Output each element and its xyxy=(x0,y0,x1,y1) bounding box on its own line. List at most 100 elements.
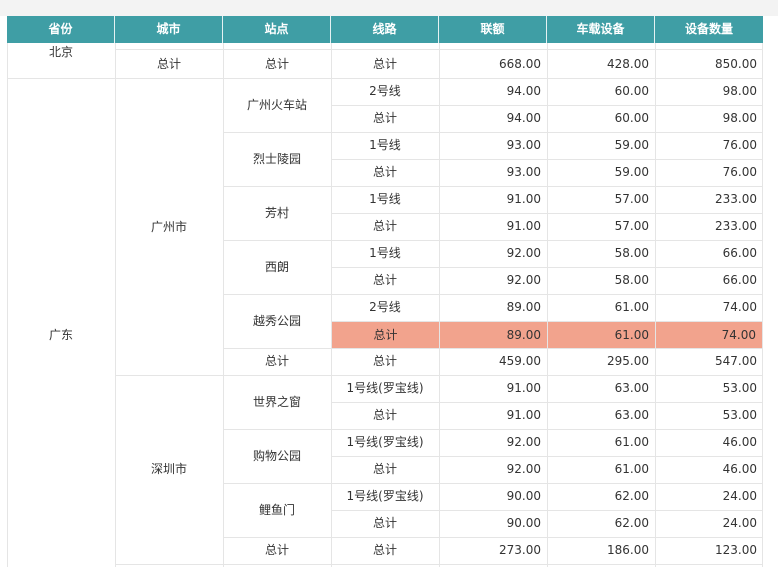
amount-total: 91.00 xyxy=(506,219,541,233)
line-total-label: 总计 xyxy=(372,354,397,368)
line-name: 2号线 xyxy=(369,84,401,98)
city-device-count-total: 123.00 xyxy=(715,543,757,557)
device-count-value: 76.00 xyxy=(722,138,757,152)
vehicle-device-value: 59.00 xyxy=(614,138,649,152)
amount-total: 94.00 xyxy=(506,111,541,125)
line-total-label: 总计 xyxy=(372,543,397,557)
vehicle-device-value: 61.00 xyxy=(614,435,649,449)
device-count-value: 74.00 xyxy=(722,300,757,314)
amount-value: 91.00 xyxy=(506,381,541,395)
device-count-total: 66.00 xyxy=(722,273,757,287)
amount-total: 90.00 xyxy=(506,516,541,530)
vehicle-device-value: 61.00 xyxy=(614,300,649,314)
amount-value: 94.00 xyxy=(506,84,541,98)
beijing-amount: 668.00 xyxy=(499,57,541,71)
vehicle-device-value: 57.00 xyxy=(614,192,649,206)
amount-total: 92.00 xyxy=(506,273,541,287)
header-station[interactable]: 站点 xyxy=(223,16,331,43)
station-name: 烈士陵园 xyxy=(252,152,301,166)
grid-hline xyxy=(115,564,763,565)
vehicle-device-value: 63.00 xyxy=(614,381,649,395)
amount-total: 91.00 xyxy=(506,408,541,422)
grid-vline xyxy=(115,43,116,567)
line-total-label: 总计 xyxy=(372,219,397,233)
station-name: 西朗 xyxy=(264,260,289,274)
header-line[interactable]: 线路 xyxy=(331,16,439,43)
header-city[interactable]: 城市 xyxy=(115,16,223,43)
vehicle-device-total: 60.00 xyxy=(614,111,649,125)
province-beijing: 北京 xyxy=(48,45,73,59)
device-count-total: 46.00 xyxy=(722,462,757,476)
device-count-value: 46.00 xyxy=(722,435,757,449)
city-vehicle-device-total: 186.00 xyxy=(607,543,649,557)
amount-value: 92.00 xyxy=(506,246,541,260)
line-total-label: 总计 xyxy=(372,408,397,422)
city-amount-total: 273.00 xyxy=(499,543,541,557)
device-count-value: 53.00 xyxy=(722,381,757,395)
station-name: 芳村 xyxy=(264,206,289,220)
station-total-label: 总计 xyxy=(264,543,289,557)
amount-total: 93.00 xyxy=(506,165,541,179)
vehicle-device-value: 60.00 xyxy=(614,84,649,98)
amount-value: 91.00 xyxy=(506,192,541,206)
vehicle-device-total: 62.00 xyxy=(614,516,649,530)
amount-value: 93.00 xyxy=(506,138,541,152)
city-guangzhou: 广州市 xyxy=(150,220,187,234)
station-total-label: 总计 xyxy=(264,57,289,71)
device-count-total: 233.00 xyxy=(715,219,757,233)
line-name: 1号线(罗宝线) xyxy=(346,381,424,395)
station-name: 广州火车站 xyxy=(246,98,307,112)
amount-total: 92.00 xyxy=(506,462,541,476)
station-total-label: 总计 xyxy=(264,354,289,368)
line-total-label: 总计 xyxy=(372,57,397,71)
line-total-label: 总计 xyxy=(372,462,397,476)
vehicle-device-value: 62.00 xyxy=(614,489,649,503)
line-name: 1号线(罗宝线) xyxy=(346,489,424,503)
header-device-count[interactable]: 设备数量 xyxy=(655,16,763,43)
device-count-total: 24.00 xyxy=(722,516,757,530)
top-band xyxy=(0,0,778,16)
vehicle-device-total: 61.00 xyxy=(614,462,649,476)
highlighted-amount-total[interactable]: 89.00 xyxy=(440,322,547,348)
vehicle-device-total: 63.00 xyxy=(614,408,649,422)
table-header: 省份 城市 站点 线路 联额 车载设备 设备数量 xyxy=(7,16,763,43)
header-vehicle-device[interactable]: 车载设备 xyxy=(547,16,655,43)
line-total-label: 总计 xyxy=(372,273,397,287)
vehicle-device-total: 58.00 xyxy=(614,273,649,287)
station-name: 鲤鱼门 xyxy=(258,503,295,517)
vehicle-device-value: 58.00 xyxy=(614,246,649,260)
line-total-label: 总计 xyxy=(372,516,397,530)
grid-hline xyxy=(115,49,763,50)
device-count-total: 76.00 xyxy=(722,165,757,179)
line-name: 1号线 xyxy=(369,192,401,206)
highlighted-line-total-label[interactable]: 总计 xyxy=(332,322,439,348)
header-amount[interactable]: 联额 xyxy=(439,16,547,43)
grid-vline xyxy=(7,43,8,567)
station-name: 世界之窗 xyxy=(252,395,301,409)
amount-value: 90.00 xyxy=(506,489,541,503)
highlighted-device-count-total[interactable]: 74.00 xyxy=(656,322,762,348)
header-province[interactable]: 省份 xyxy=(7,16,115,43)
line-name: 1号线 xyxy=(369,246,401,260)
city-device-count-total: 547.00 xyxy=(715,354,757,368)
city-vehicle-device-total: 295.00 xyxy=(607,354,649,368)
vehicle-device-total: 59.00 xyxy=(614,165,649,179)
device-count-value: 66.00 xyxy=(722,246,757,260)
beijing-vehicle-device: 428.00 xyxy=(607,57,649,71)
city-amount-total: 459.00 xyxy=(499,354,541,368)
line-total-label: 总计 xyxy=(372,111,397,125)
line-name: 2号线 xyxy=(369,300,401,314)
line-name: 1号线(罗宝线) xyxy=(346,435,424,449)
highlighted-vehicle-device-total[interactable]: 61.00 xyxy=(548,322,655,348)
city-total-label: 总计 xyxy=(156,57,181,71)
grid-vline xyxy=(223,43,224,567)
amount-value: 89.00 xyxy=(506,300,541,314)
device-count-value: 233.00 xyxy=(715,192,757,206)
city-shenzhen: 深圳市 xyxy=(150,462,187,476)
beijing-device-count: 850.00 xyxy=(715,57,757,71)
amount-value: 92.00 xyxy=(506,435,541,449)
device-count-total: 53.00 xyxy=(722,408,757,422)
station-name: 购物公园 xyxy=(252,449,301,463)
line-name: 1号线 xyxy=(369,138,401,152)
device-count-value: 98.00 xyxy=(722,84,757,98)
